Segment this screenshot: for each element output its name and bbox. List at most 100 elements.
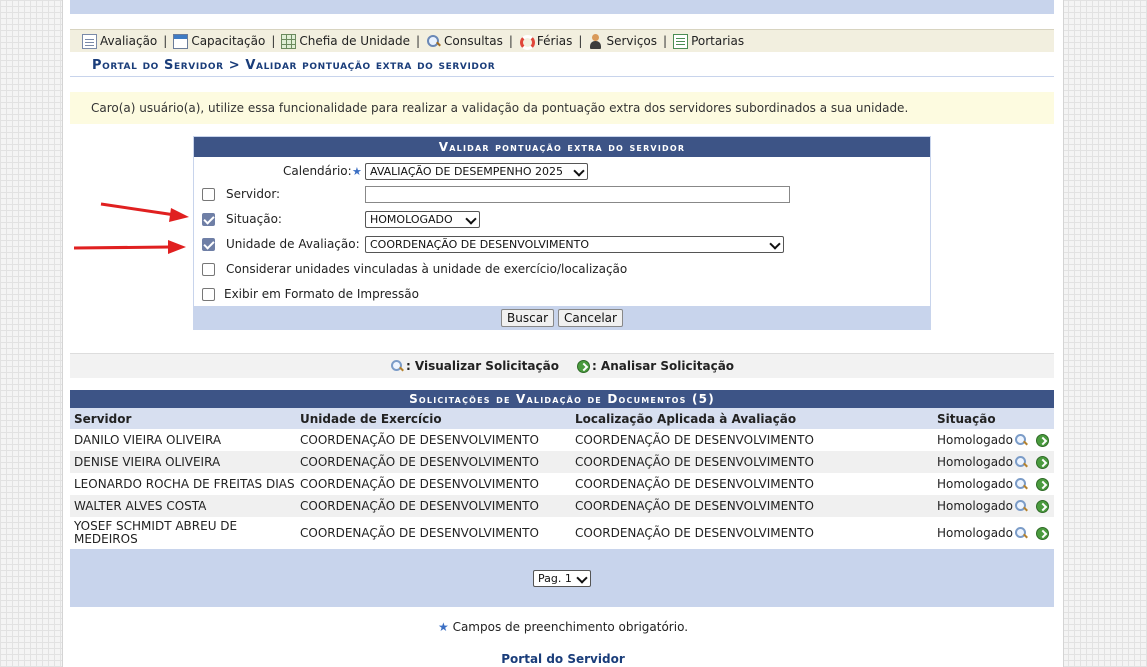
chevron-down-icon	[576, 571, 588, 584]
menu-label: Avaliação	[100, 34, 158, 48]
menu-item-avaliacao[interactable]: Avaliação	[82, 33, 158, 49]
menu-separator: |	[271, 34, 276, 48]
menu-label: Férias	[536, 34, 573, 48]
calendar-form-icon	[173, 33, 189, 49]
chevron-down-icon	[465, 212, 477, 225]
unidade-value: COORDENAÇÃO DE DESENVOLVIMENTO	[370, 237, 590, 251]
analyze-request-icon[interactable]	[1036, 455, 1049, 469]
cell-localizacao: COORDENAÇÃO DE DESENVOLVIMENTO	[575, 526, 814, 540]
page-container: Avaliação | Capacitação | Chefia de Unid…	[62, 0, 1064, 667]
table-row: WALTER ALVES COSTA COORDENAÇÃO DE DESENV…	[70, 495, 1054, 517]
required-note-text: Campos de preenchimento obrigatório.	[452, 620, 689, 634]
servidor-input[interactable]	[365, 185, 790, 203]
view-request-icon[interactable]	[1014, 526, 1028, 540]
view-request-icon[interactable]	[1014, 433, 1028, 447]
info-notice: Caro(a) usuário(a), utilize essa funcion…	[70, 92, 1054, 124]
row-servidor: Servidor:	[194, 183, 930, 205]
cell-localizacao: COORDENAÇÃO DE DESENVOLVIMENTO	[575, 433, 814, 447]
menu-label: Consultas	[444, 34, 503, 48]
grid-table-icon	[281, 33, 297, 49]
top-bar	[70, 0, 1054, 14]
breadcrumb-divider	[70, 76, 1054, 77]
go-arrow-icon	[576, 359, 590, 373]
situacao-label: Situação:	[226, 212, 282, 226]
cell-unidade: COORDENAÇÃO DE DESENVOLVIMENTO	[300, 526, 539, 540]
footer-portal-link[interactable]: Portal do Servidor	[63, 652, 1063, 666]
page-select[interactable]: Pag. 1	[533, 569, 591, 587]
analyze-request-icon[interactable]	[1036, 499, 1049, 513]
main-menu: Avaliação | Capacitação | Chefia de Unid…	[70, 29, 1054, 52]
results-title: Solicitações de Validação de Documentos …	[70, 390, 1054, 408]
annotation-arrow-situacao	[100, 202, 189, 222]
breadcrumb: Portal do Servidor > Validar pontuação e…	[92, 58, 496, 73]
menu-item-portarias[interactable]: Portarias	[673, 33, 744, 49]
legend-analisar: : Analisar Solicitação	[576, 359, 734, 373]
cell-localizacao: COORDENAÇÃO DE DESENVOLVIMENTO	[575, 455, 814, 469]
situacao-checkbox[interactable]	[202, 212, 215, 226]
servidor-label: Servidor:	[226, 187, 281, 201]
cell-unidade: COORDENAÇÃO DE DESENVOLVIMENTO	[300, 455, 539, 469]
cell-localizacao: COORDENAÇÃO DE DESENVOLVIMENTO	[575, 499, 814, 513]
menu-label: Capacitação	[191, 34, 266, 48]
table-header: Servidor Unidade de Exercício Localizaçã…	[70, 408, 1054, 429]
pagination-footer: Pag. 1	[70, 549, 1054, 607]
lifebuoy-icon	[519, 34, 535, 50]
menu-item-ferias[interactable]: Férias	[519, 34, 573, 50]
cancelar-button[interactable]: Cancelar	[558, 308, 623, 327]
table-row: LEONARDO ROCHA DE FREITAS DIAS COORDENAÇ…	[70, 473, 1054, 495]
view-request-icon[interactable]	[1014, 455, 1028, 469]
unidade-label: Unidade de Avaliação:	[226, 237, 360, 251]
notice-text: Caro(a) usuário(a), utilize essa funcion…	[91, 101, 909, 115]
required-fields-note: ★ Campos de preenchimento obrigatório.	[63, 620, 1063, 634]
analyze-request-icon[interactable]	[1036, 433, 1049, 447]
buscar-button[interactable]: Buscar	[501, 308, 555, 327]
filter-form: Validar pontuação extra do servidor Cale…	[193, 136, 931, 330]
cell-situacao: Homologado	[937, 433, 1014, 447]
legend-visualizar-text: : Visualizar Solicitação	[405, 359, 559, 373]
calendario-value: AVALIAÇÃO DE DESEMPENHO 2025	[370, 164, 564, 178]
cell-situacao: Homologado	[937, 455, 1014, 469]
menu-item-capacitacao[interactable]: Capacitação	[173, 33, 266, 49]
menu-item-chefia[interactable]: Chefia de Unidade	[281, 33, 410, 49]
cell-servidor: DANILO VIEIRA OLIVEIRA	[74, 433, 222, 447]
form-footer: Buscar Cancelar	[194, 306, 930, 329]
menu-separator: |	[508, 34, 513, 48]
menu-separator: |	[163, 34, 168, 48]
table-row: YOSEF SCHMIDT ABREU DE MEDEIROS COORDENA…	[70, 517, 1054, 549]
user-icon	[588, 33, 603, 49]
menu-item-consultas[interactable]: Consultas	[426, 34, 503, 49]
unidade-checkbox[interactable]	[202, 237, 215, 251]
row-situacao: Situação: HOMOLOGADO	[194, 208, 930, 230]
view-request-icon[interactable]	[1014, 499, 1028, 513]
view-request-icon[interactable]	[1014, 477, 1028, 491]
cell-situacao: Homologado	[937, 499, 1014, 513]
servidor-checkbox[interactable]	[202, 187, 215, 201]
impressao-checkbox[interactable]	[202, 287, 215, 301]
menu-item-servicos[interactable]: Serviços	[588, 33, 657, 49]
calendario-select[interactable]: AVALIAÇÃO DE DESEMPENHO 2025	[365, 162, 588, 180]
required-star-icon: ★	[352, 164, 362, 178]
cell-servidor: WALTER ALVES COSTA	[74, 499, 207, 513]
required-star-icon: ★	[437, 620, 453, 634]
analyze-request-icon[interactable]	[1036, 526, 1049, 540]
cell-servidor: LEONARDO ROCHA DE FREITAS DIAS	[74, 477, 295, 491]
search-icon	[426, 34, 441, 49]
table-row: DANILO VIEIRA OLIVEIRA COORDENAÇÃO DE DE…	[70, 429, 1054, 451]
analyze-request-icon[interactable]	[1036, 477, 1049, 491]
menu-label: Chefia de Unidade	[299, 34, 410, 48]
vinculadas-checkbox[interactable]	[202, 262, 215, 276]
unidade-select[interactable]: COORDENAÇÃO DE DESENVOLVIMENTO	[365, 235, 784, 253]
menu-separator: |	[578, 34, 583, 48]
menu-separator: |	[663, 34, 668, 48]
cell-servidor: DENISE VIEIRA OLIVEIRA	[74, 455, 221, 469]
situacao-select[interactable]: HOMOLOGADO	[365, 210, 480, 228]
cell-localizacao: COORDENAÇÃO DE DESENVOLVIMENTO	[575, 477, 814, 491]
calendario-label: Calendário:	[283, 164, 352, 178]
header-localizacao: Localização Aplicada à Avaliação	[575, 411, 797, 426]
page-icon	[673, 33, 689, 49]
cell-situacao: Homologado	[937, 526, 1014, 540]
header-unidade: Unidade de Exercício	[300, 411, 442, 426]
legend-visualizar: : Visualizar Solicitação	[390, 359, 559, 373]
header-situacao: Situação	[937, 411, 996, 426]
chevron-down-icon	[573, 164, 585, 177]
